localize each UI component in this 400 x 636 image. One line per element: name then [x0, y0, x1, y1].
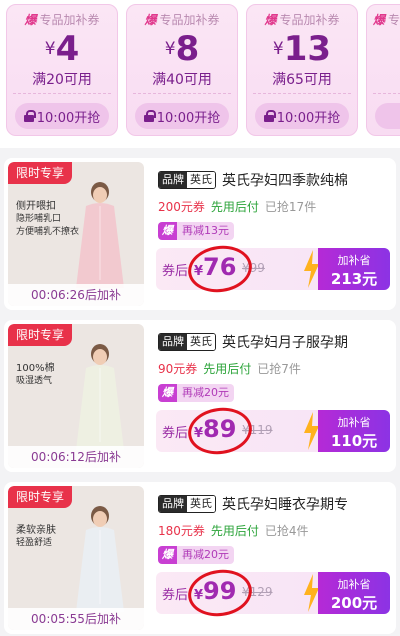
product-image[interactable]: 限时专享 柔软亲肤轻盈舒适 00:05:55后加补 [8, 486, 144, 630]
coupon-divider [13, 93, 111, 94]
coupon-card[interactable]: 爆专品加补券 ¥13 满65可用 10:00开抢 [246, 4, 358, 136]
lock-icon [263, 110, 276, 122]
coupon-strip[interactable]: 爆专品加补券 ¥4 满20可用 10:00开抢 爆专品加补券 ¥8 满40可用 … [0, 0, 400, 148]
coupon-tag: 爆专品加补券 [24, 13, 100, 27]
title-row[interactable]: 品牌 英氏 英氏孕妇睡衣孕期专 [158, 494, 394, 514]
product-title[interactable]: 英氏孕妇月子服孕期 [222, 332, 348, 352]
extra-discount-tag: 爆再减20元 [158, 384, 234, 402]
coupon-tag: 爆专品加补券 [144, 13, 220, 27]
product-image[interactable]: 限时专享 100%棉吸湿透气 00:06:12后加补 [8, 324, 144, 468]
blurb-line: 轻盈舒适 [16, 538, 53, 548]
red-circle-annotation [185, 565, 255, 621]
add-save-button[interactable]: 加补省 213元 [318, 248, 390, 290]
coupon-amount: ¥13 [272, 29, 332, 69]
red-circle-annotation [185, 403, 255, 459]
model-photo [76, 506, 124, 612]
price-bar[interactable]: 券后 ¥76 ¥99 加补省 213元 [156, 241, 390, 297]
product-blurb: 侧开喂扣隐形哺乳口方便哺乳不撩衣 [16, 200, 79, 239]
coupon-card[interactable]: 爆专品加补券 ¥4 满20可用 10:00开抢 [6, 4, 118, 136]
product-info: 品牌 英氏 英氏孕妇睡衣孕期专 180元券 先用后付 已抢4件 爆再减20元 券后 ¥… [154, 482, 394, 634]
sold-count: 已抢17件 [264, 200, 317, 214]
product-meta: 200元券 先用后付 已抢17件 [158, 198, 316, 215]
add-save-button[interactable]: 加补省 200元 [318, 572, 390, 614]
pay-later-label: 先用后付 [203, 362, 252, 376]
coupon-tag: 爆专品加补券 [373, 13, 400, 27]
blurb-line: 柔软亲肤 [16, 525, 56, 536]
coupon-grab-button[interactable]: 10:00开抢 [255, 103, 349, 129]
coupon-amount: ¥4 [44, 29, 80, 69]
limited-ribbon: 限时专享 [8, 162, 73, 184]
brand-badge: 品牌 英氏 [158, 171, 216, 189]
title-row[interactable]: 品牌 英氏 英氏孕妇月子服孕期 [158, 332, 394, 352]
product-card[interactable]: 限时专享 柔软亲肤轻盈舒适 00:05:55后加补 品牌 英氏 英氏孕妇睡衣孕期专… [4, 482, 396, 634]
price-prefix: 券后 [162, 426, 189, 441]
price-bar[interactable]: 券后 ¥99 ¥129 加补省 200元 [156, 565, 390, 621]
price-bar[interactable]: 券后 ¥89 ¥119 加补省 110元 [156, 403, 390, 459]
blurb-line: 方便哺乳不撩衣 [16, 227, 80, 237]
product-title[interactable]: 英氏孕妇四季款纯棉 [222, 170, 348, 190]
coupon-condition: 满20可用 [32, 72, 92, 88]
blurb-line: 吸湿透气 [16, 376, 53, 386]
countdown-timer: 00:05:55后加补 [8, 608, 144, 630]
coupon-card[interactable]: 爆专品加补券 ¥8 满40可用 10:00开抢 [126, 4, 238, 136]
coupon-grab-button[interactable]: 10:00开抢 [15, 103, 109, 129]
product-title[interactable]: 英氏孕妇睡衣孕期专 [222, 494, 348, 514]
coupon-condition: 满65可用 [272, 72, 332, 88]
coupon-divider [373, 93, 400, 94]
coupon-divider [253, 93, 351, 94]
extra-discount-tag: 爆再减13元 [158, 222, 234, 240]
product-info: 品牌 英氏 英氏孕妇月子服孕期 90元券 先用后付 已抢7件 爆再减20元 券后 ¥8… [154, 320, 394, 472]
product-blurb: 100%棉吸湿透气 [16, 362, 55, 388]
model-photo [76, 344, 124, 450]
coupon-value: 180元券 [158, 524, 205, 538]
limited-ribbon: 限时专享 [8, 486, 73, 508]
red-circle-annotation [185, 241, 255, 297]
add-save-button[interactable]: 加补省 110元 [318, 410, 390, 452]
coupon-grab-button[interactable] [375, 103, 400, 129]
lock-icon [143, 110, 156, 122]
coupon-divider [133, 93, 231, 94]
product-meta: 90元券 先用后付 已抢7件 [158, 360, 301, 377]
sold-count: 已抢7件 [257, 362, 301, 376]
coupon-value: 90元券 [158, 362, 198, 376]
sold-count: 已抢4件 [264, 524, 309, 538]
coupon-condition: 满40可用 [152, 72, 212, 88]
coupon-card-partial[interactable]: 爆专品加补券 [366, 4, 400, 136]
coupon-tag: 爆专品加补券 [264, 13, 340, 27]
product-image[interactable]: 限时专享 侧开喂扣隐形哺乳口方便哺乳不撩衣 00:06:26后加补 [8, 162, 144, 306]
product-info: 品牌 英氏 英氏孕妇四季款纯棉 200元券 先用后付 已抢17件 爆再减13元 券后 … [154, 158, 394, 310]
price-prefix: 券后 [162, 588, 189, 603]
limited-ribbon: 限时专享 [8, 324, 73, 346]
extra-discount-tag: 爆再减20元 [158, 546, 234, 564]
product-meta: 180元券 先用后付 已抢4件 [158, 522, 309, 539]
coupon-value: 200元券 [158, 200, 205, 214]
product-card[interactable]: 限时专享 100%棉吸湿透气 00:06:12后加补 品牌 英氏 英氏孕妇月子服孕… [4, 320, 396, 472]
countdown-timer: 00:06:12后加补 [8, 446, 144, 468]
lock-icon [23, 110, 36, 122]
pay-later-label: 先用后付 [210, 200, 259, 214]
coupon-amount: ¥8 [164, 29, 200, 69]
blurb-line: 100%棉 [16, 363, 55, 374]
price-prefix: 券后 [162, 264, 189, 279]
brand-badge: 品牌 英氏 [158, 333, 216, 351]
product-blurb: 柔软亲肤 轻盈舒适 [16, 524, 56, 550]
coupon-grab-button[interactable]: 10:00开抢 [135, 103, 229, 129]
countdown-timer: 00:06:26后加补 [8, 284, 144, 306]
blurb-line: 侧开喂扣 [16, 201, 56, 212]
brand-badge: 品牌 英氏 [158, 495, 216, 513]
product-card[interactable]: 限时专享 侧开喂扣隐形哺乳口方便哺乳不撩衣 00:06:26后加补 品牌 英氏 英… [4, 158, 396, 310]
blurb-line: 隐形哺乳口 [16, 214, 62, 224]
pay-later-label: 先用后付 [210, 524, 259, 538]
title-row[interactable]: 品牌 英氏 英氏孕妇四季款纯棉 [158, 170, 394, 190]
